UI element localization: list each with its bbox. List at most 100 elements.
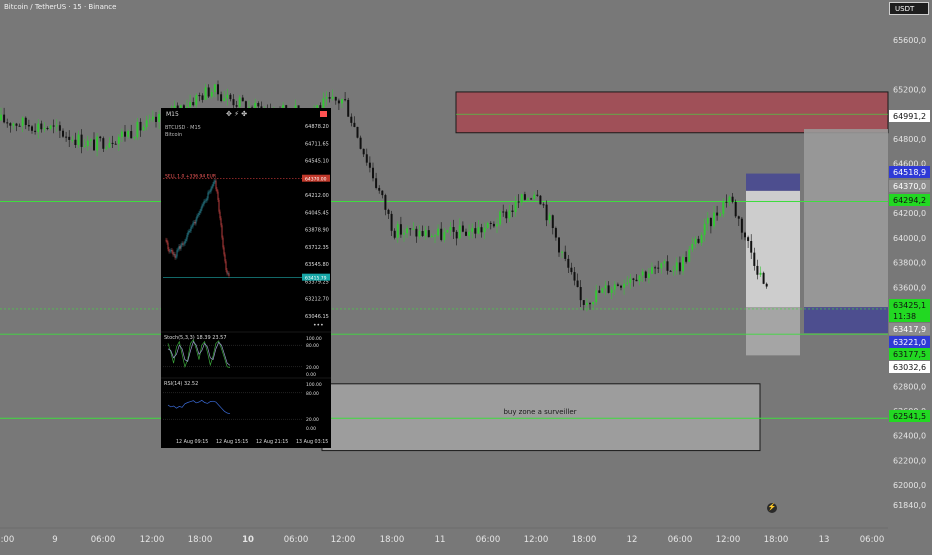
candle-body: [434, 235, 436, 237]
candle-body: [554, 228, 557, 238]
price-label-text: 62541,5: [893, 412, 926, 421]
price-tick-label: 62000,0: [893, 481, 926, 490]
time-tick-label: 18:00: [0, 535, 14, 545]
mini-candle-body: [172, 251, 174, 255]
price-chart[interactable]: buy zone a surveiller 65600,0 65200,0 64800…: [0, 0, 932, 550]
candle-body: [508, 210, 511, 219]
price-label-text: 63417,9: [893, 325, 926, 334]
candle-body: [381, 190, 384, 196]
time-tick-label: 06:00: [284, 535, 309, 545]
mini-indicator-title: Stoch(5,3,3) 18.39 23.57: [164, 335, 227, 341]
candle-body: [65, 136, 68, 138]
mini-price-tick: 63046.15: [305, 314, 329, 320]
mini-candle-body: [188, 230, 190, 233]
candle-body: [21, 117, 24, 126]
candle-body: [235, 105, 238, 107]
candle-body: [740, 218, 743, 233]
candle-body: [697, 238, 700, 243]
mini-candle-body: [214, 180, 216, 182]
candle-body: [647, 273, 650, 278]
candle-body: [644, 271, 647, 278]
mini-indicator-tick: 80.00: [306, 391, 319, 397]
mini-indicator-tick: 20.00: [306, 365, 319, 371]
candle-body: [127, 131, 130, 137]
candle-body: [148, 119, 151, 121]
candle-body: [93, 139, 95, 151]
mini-timeframe: M15: [166, 111, 179, 118]
candle-body: [449, 227, 452, 231]
candle-body: [80, 134, 83, 147]
candle-body: [638, 275, 641, 282]
candle-body: [0, 114, 2, 121]
candle-body: [523, 194, 526, 200]
candle-body: [496, 224, 498, 227]
candle-body: [691, 243, 694, 250]
mini-candle-body: [168, 249, 170, 252]
candle-body: [241, 97, 244, 102]
candle-body: [136, 121, 139, 138]
candle-body: [130, 131, 133, 139]
mini-candle-body: [183, 243, 185, 245]
candle-body: [9, 123, 12, 126]
candle-body: [328, 97, 331, 99]
chart-title: Bitcoin / TetherUS · 15 · Binance: [4, 3, 117, 11]
mini-candle-body: [185, 239, 187, 241]
mini-candle-body: [204, 200, 206, 202]
price-tick-label: 64800,0: [893, 135, 926, 144]
mini-candle-body: [220, 218, 222, 226]
mini-candle-body: [216, 189, 218, 192]
candle-body: [356, 126, 359, 138]
candle-body: [657, 267, 660, 269]
candle-body: [344, 99, 347, 101]
mini-candle-body: [179, 246, 181, 249]
candle-body: [359, 137, 362, 149]
replay-icon[interactable]: ⚡: [767, 503, 777, 513]
mini-candle-body: [227, 273, 229, 274]
price-label-text: 64518,9: [893, 168, 926, 177]
candle-body: [480, 227, 483, 233]
candle-body: [548, 215, 551, 221]
candle-body: [86, 140, 89, 147]
price-tick-label: 65200,0: [893, 85, 926, 94]
candle-body: [393, 230, 396, 238]
candle-body: [220, 94, 223, 102]
candle-body: [719, 213, 722, 216]
candle-body: [396, 224, 399, 238]
mini-candle-body: [171, 250, 173, 252]
mini-indicator-tick: 100.00: [306, 382, 322, 388]
candle-body: [139, 121, 142, 131]
candle-body: [337, 100, 340, 104]
mini-candle-body: [203, 201, 205, 205]
mini-candle-body: [206, 198, 208, 201]
mini-candle-body: [165, 239, 167, 241]
candle-body: [195, 95, 198, 106]
candle-body: [46, 127, 49, 129]
time-tick-label: 12:00: [716, 535, 741, 545]
mini-symbol: BTCUSD · M15: [165, 125, 201, 131]
candle-body: [89, 139, 92, 141]
price-tick-label: 64200,0: [893, 209, 926, 218]
currency-selector[interactable]: USDT: [889, 2, 929, 15]
candle-body: [18, 125, 21, 127]
price-tick-label: 64000,0: [893, 234, 926, 243]
candle-body: [762, 272, 765, 284]
candle-body: [114, 143, 117, 145]
candle-body: [747, 237, 750, 242]
candle-body: [582, 300, 585, 305]
mini-candle-body: [223, 247, 225, 255]
mini-candle-body: [218, 199, 220, 212]
candle-body: [660, 263, 663, 269]
price-label-text: 64370,0: [893, 182, 926, 191]
candle-body: [189, 102, 192, 107]
candle-body: [204, 87, 207, 100]
mini-candle-body: [222, 237, 224, 248]
candle-body: [716, 212, 719, 216]
candle-body: [489, 222, 492, 224]
mini-candle-body: [190, 226, 192, 231]
mini-name: Bitcoin: [165, 132, 182, 138]
mini-price-tick: 64212.00: [305, 193, 329, 199]
mini-candle-body: [169, 251, 171, 252]
candle-body: [595, 290, 598, 303]
candle-body: [155, 116, 157, 122]
mini-candle-body: [186, 235, 188, 240]
